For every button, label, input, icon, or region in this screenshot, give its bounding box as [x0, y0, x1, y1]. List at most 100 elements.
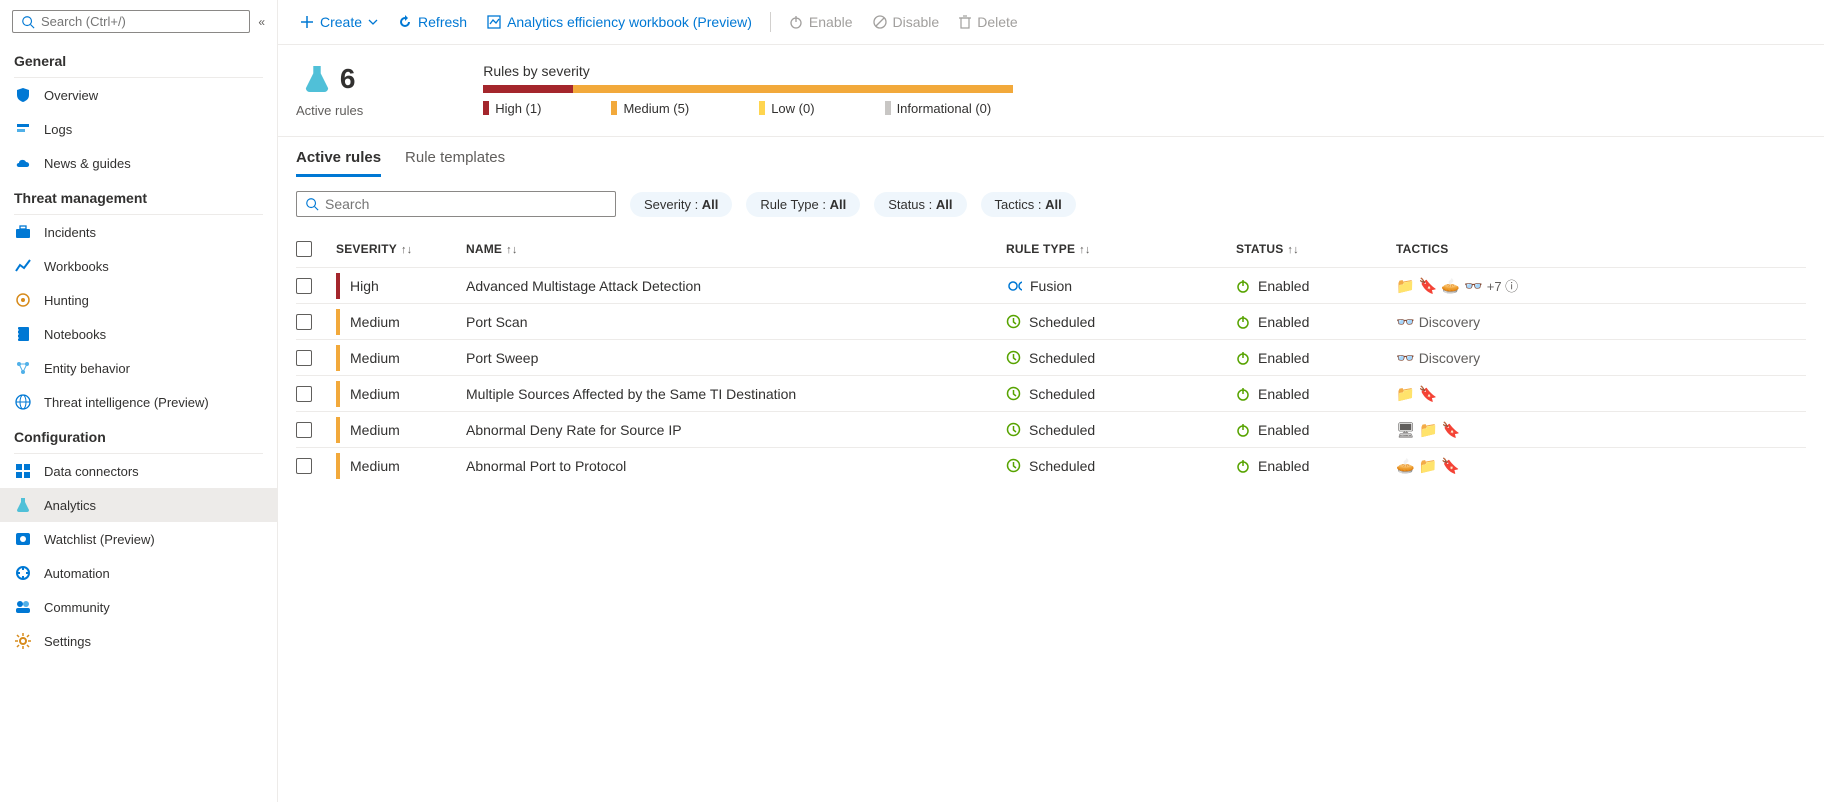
nav-overview[interactable]: Overview: [0, 78, 277, 112]
rule-name: Advanced Multistage Attack Detection: [466, 278, 1006, 294]
nav-label: Threat intelligence (Preview): [44, 395, 209, 410]
table-row[interactable]: Medium Port Sweep Scheduled Enabled 👓Dis…: [296, 339, 1806, 375]
nav-community[interactable]: Community: [0, 590, 277, 624]
select-all-checkbox[interactable]: [296, 241, 312, 257]
severity-text: Medium: [350, 350, 400, 366]
nav-notebooks[interactable]: Notebooks: [0, 317, 277, 351]
target-icon: [14, 291, 32, 309]
collapse-sidebar-button[interactable]: «: [258, 15, 265, 29]
sidebar-search-input[interactable]: [41, 14, 241, 29]
filter-severity[interactable]: Severity : All: [630, 192, 732, 217]
row-checkbox[interactable]: [296, 386, 312, 402]
rule-type-icon: [1006, 279, 1022, 293]
power-icon: [1236, 315, 1250, 329]
filter-status[interactable]: Status : All: [874, 192, 966, 217]
table-search-input[interactable]: [325, 196, 607, 212]
severity-summary: Rules by severity High (1) Medium (5) Lo…: [483, 63, 1043, 116]
row-checkbox[interactable]: [296, 458, 312, 474]
disable-icon: [873, 15, 887, 29]
row-checkbox[interactable]: [296, 314, 312, 330]
tabs: Active rules Rule templates: [278, 137, 1824, 177]
filter-tactics[interactable]: Tactics : All: [981, 192, 1076, 217]
nav-incidents[interactable]: Incidents: [0, 215, 277, 249]
table-row[interactable]: Medium Abnormal Deny Rate for Source IP …: [296, 411, 1806, 447]
search-icon: [305, 197, 319, 211]
status-text: Enabled: [1258, 278, 1309, 294]
rule-type-cell: Scheduled: [1006, 386, 1236, 402]
tactic-icon: 📁: [1396, 277, 1415, 295]
sidebar-search[interactable]: [12, 10, 250, 33]
create-button[interactable]: Create: [292, 10, 386, 34]
workbook-button[interactable]: Analytics efficiency workbook (Preview): [479, 10, 760, 34]
tactic-icon: 👓: [1396, 313, 1415, 331]
status-cell: Enabled: [1236, 458, 1396, 474]
severity-text: Medium: [350, 422, 400, 438]
status-cell: Enabled: [1236, 386, 1396, 402]
legend-high: High (1): [483, 101, 541, 116]
refresh-button[interactable]: Refresh: [390, 10, 475, 34]
col-rule-type[interactable]: RULE TYPE↑↓: [1006, 242, 1236, 256]
severity-strip: [336, 273, 340, 299]
severity-bar-high: [483, 85, 573, 93]
power-icon: [1236, 459, 1250, 473]
rule-type-icon: [1006, 350, 1021, 365]
tactic-icon: 🔖: [1419, 385, 1438, 403]
col-name[interactable]: NAME↑↓: [466, 242, 1006, 256]
delete-button: Delete: [951, 10, 1025, 34]
legend-low: Low (0): [759, 101, 814, 116]
table-row[interactable]: High Advanced Multistage Attack Detectio…: [296, 267, 1806, 303]
nav-settings[interactable]: Settings: [0, 624, 277, 658]
nav-automation[interactable]: Automation: [0, 556, 277, 590]
toolbar-separator: [770, 12, 771, 32]
nav-watchlist[interactable]: Watchlist (Preview): [0, 522, 277, 556]
status-cell: Enabled: [1236, 278, 1396, 294]
nav-threat-intel[interactable]: Threat intelligence (Preview): [0, 385, 277, 419]
nav-analytics[interactable]: Analytics: [0, 488, 277, 522]
nav-label: Automation: [44, 566, 110, 581]
nav-news[interactable]: News & guides: [0, 146, 277, 180]
nav-entity-behavior[interactable]: Entity behavior: [0, 351, 277, 385]
severity-cell: Medium: [336, 376, 466, 411]
row-checkbox[interactable]: [296, 422, 312, 438]
summary-bar: 6 Active rules Rules by severity High (1…: [278, 45, 1824, 137]
nav-label: Community: [44, 600, 110, 615]
grid-header: SEVERITY↑↓ NAME↑↓ RULE TYPE↑↓ STATUS↑↓ T…: [296, 231, 1806, 267]
rule-type-cell: Scheduled: [1006, 458, 1236, 474]
enable-button: Enable: [781, 10, 861, 34]
nav-logs[interactable]: Logs: [0, 112, 277, 146]
rule-type-text: Scheduled: [1029, 350, 1095, 366]
table-row[interactable]: Medium Abnormal Port to Protocol Schedul…: [296, 447, 1806, 483]
col-severity[interactable]: SEVERITY↑↓: [336, 242, 466, 256]
col-tactics: TACTICS: [1396, 242, 1596, 256]
tab-rule-templates[interactable]: Rule templates: [405, 149, 505, 177]
nav-data-connectors[interactable]: Data connectors: [0, 454, 277, 488]
rule-type-text: Scheduled: [1029, 458, 1095, 474]
tactic-icon: 🥧: [1396, 457, 1415, 475]
rule-type-cell: Scheduled: [1006, 350, 1236, 366]
rule-name: Port Scan: [466, 314, 1006, 330]
nav-workbooks[interactable]: Workbooks: [0, 249, 277, 283]
community-icon: [14, 598, 32, 616]
sort-icon: ↑↓: [1287, 244, 1298, 256]
severity-title: Rules by severity: [483, 63, 1043, 79]
section-header-threat: Threat management: [0, 180, 277, 212]
notebook-icon: [14, 325, 32, 343]
grid-icon: [14, 462, 32, 480]
row-checkbox[interactable]: [296, 350, 312, 366]
row-checkbox[interactable]: [296, 278, 312, 294]
rule-type-text: Scheduled: [1029, 422, 1095, 438]
table-row[interactable]: Medium Port Scan Scheduled Enabled 👓Disc…: [296, 303, 1806, 339]
active-rules-count: 6 Active rules: [296, 63, 363, 118]
filter-rule-type[interactable]: Rule Type : All: [746, 192, 860, 217]
table-row[interactable]: Medium Multiple Sources Affected by the …: [296, 375, 1806, 411]
col-status[interactable]: STATUS↑↓: [1236, 242, 1396, 256]
filter-row: Severity : All Rule Type : All Status : …: [278, 177, 1824, 231]
rule-type-icon: [1006, 422, 1021, 437]
sort-icon: ↑↓: [506, 244, 517, 256]
tab-active-rules[interactable]: Active rules: [296, 149, 381, 177]
flask-large-icon: [304, 64, 330, 94]
workbook-label: Analytics efficiency workbook (Preview): [507, 14, 752, 30]
table-search[interactable]: [296, 191, 616, 217]
create-label: Create: [320, 14, 362, 30]
nav-hunting[interactable]: Hunting: [0, 283, 277, 317]
